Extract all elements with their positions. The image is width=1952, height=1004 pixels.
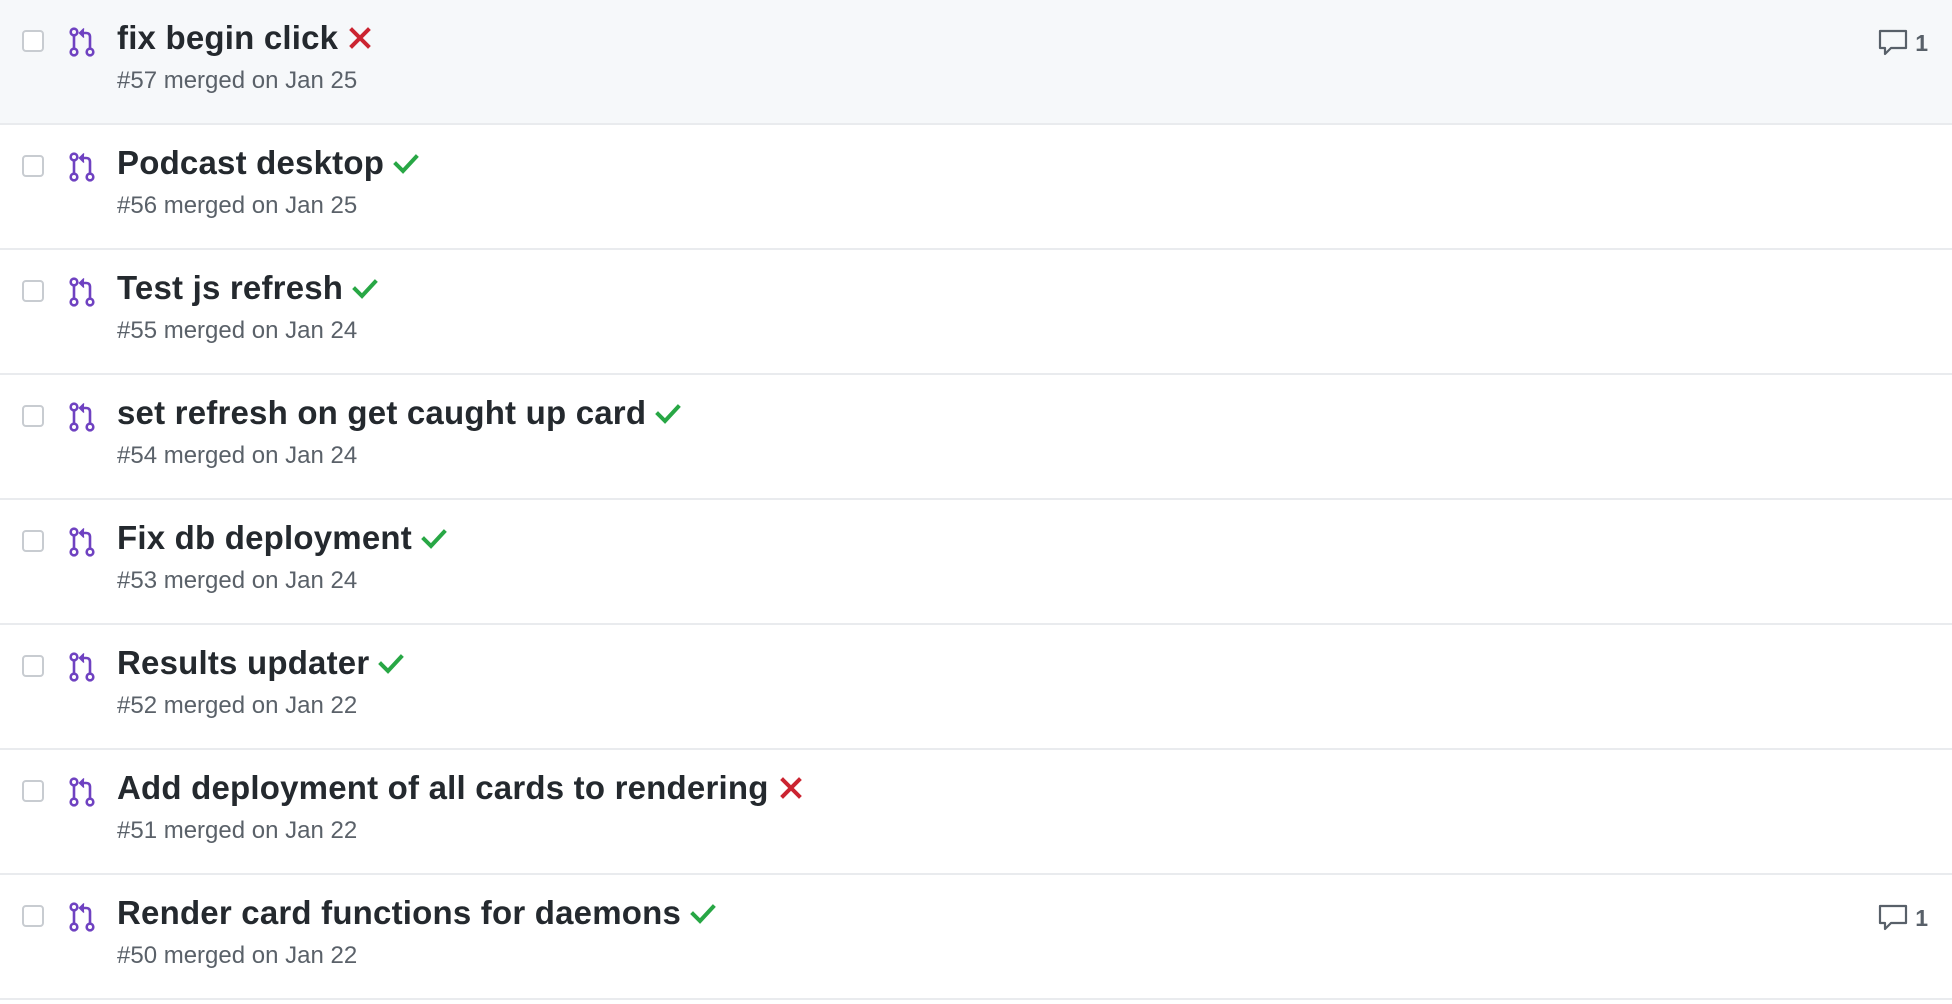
comment-count: 1 [1915, 29, 1928, 56]
pr-title-link[interactable]: Results updater [117, 644, 369, 682]
pr-row[interactable]: Fix db deployment #53 merged on Jan 24 [0, 500, 1952, 625]
check-icon[interactable] [351, 274, 379, 302]
merged-pr-icon [69, 277, 95, 307]
pr-title-link[interactable]: fix begin click [117, 19, 338, 57]
pr-meta: #50 merged on Jan 22 [117, 942, 358, 969]
pr-meta: #55 merged on Jan 24 [117, 317, 358, 344]
select-checkbox[interactable] [22, 905, 44, 927]
merged-pr-icon [69, 777, 95, 807]
x-icon[interactable] [346, 24, 374, 52]
merged-pr-icon [69, 27, 95, 57]
merged-pr-icon [69, 527, 95, 557]
pr-title-link[interactable]: Add deployment of all cards to rendering [117, 769, 769, 807]
pr-row[interactable]: Render card functions for daemons #50 me… [0, 875, 1952, 1000]
pr-title-link[interactable]: Podcast desktop [117, 144, 384, 182]
pr-meta: #52 merged on Jan 22 [117, 692, 358, 719]
pr-row[interactable]: Results updater #52 merged on Jan 22 [0, 625, 1952, 750]
x-icon[interactable] [777, 774, 805, 802]
comment-count: 1 [1915, 904, 1928, 931]
select-checkbox[interactable] [22, 530, 44, 552]
select-checkbox[interactable] [22, 30, 44, 52]
pr-title-link[interactable]: Fix db deployment [117, 519, 412, 557]
pr-row[interactable]: fix begin click #57 merged on Jan 25 1 [0, 0, 1952, 125]
select-checkbox[interactable] [22, 405, 44, 427]
pr-meta: #56 merged on Jan 25 [117, 192, 358, 219]
pr-meta: #51 merged on Jan 22 [117, 817, 358, 844]
pull-request-list: fix begin click #57 merged on Jan 25 1 P… [0, 0, 1952, 1000]
check-icon[interactable] [392, 149, 420, 177]
comments-link[interactable]: 1 [1877, 26, 1928, 60]
merged-pr-icon [69, 652, 95, 682]
check-icon[interactable] [654, 399, 682, 427]
pr-row[interactable]: Test js refresh #55 merged on Jan 24 [0, 250, 1952, 375]
pr-row[interactable]: Add deployment of all cards to rendering… [0, 750, 1952, 875]
merged-pr-icon [69, 152, 95, 182]
check-icon[interactable] [420, 524, 448, 552]
comment-icon [1879, 29, 1908, 56]
comment-icon [1879, 904, 1908, 931]
select-checkbox[interactable] [22, 155, 44, 177]
pr-title-link[interactable]: Test js refresh [117, 269, 343, 307]
check-icon[interactable] [377, 649, 405, 677]
select-checkbox[interactable] [22, 280, 44, 302]
select-checkbox[interactable] [22, 655, 44, 677]
pr-meta: #57 merged on Jan 25 [117, 67, 358, 94]
pr-meta: #54 merged on Jan 24 [117, 442, 358, 469]
pr-title-link[interactable]: set refresh on get caught up card [117, 394, 646, 432]
pr-row[interactable]: Podcast desktop #56 merged on Jan 25 [0, 125, 1952, 250]
pr-meta: #53 merged on Jan 24 [117, 567, 358, 594]
comments-link[interactable]: 1 [1877, 901, 1928, 935]
select-checkbox[interactable] [22, 780, 44, 802]
merged-pr-icon [69, 402, 95, 432]
pr-title-link[interactable]: Render card functions for daemons [117, 894, 681, 932]
check-icon[interactable] [689, 899, 717, 927]
pr-row[interactable]: set refresh on get caught up card #54 me… [0, 375, 1952, 500]
merged-pr-icon [69, 902, 95, 932]
